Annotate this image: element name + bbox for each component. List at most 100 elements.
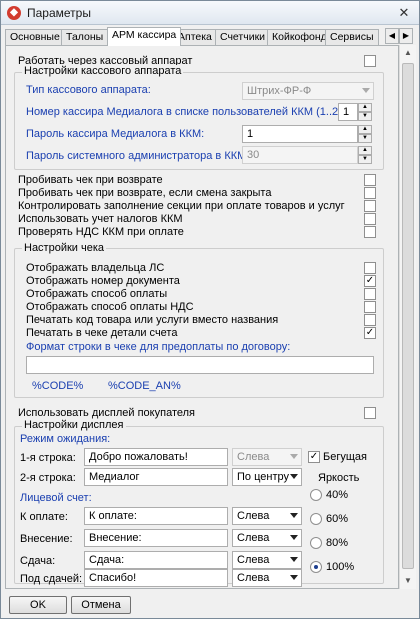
option-checkbox[interactable] [364,174,376,186]
display-row-align-select[interactable]: Слева [232,529,302,547]
receipt-option-checkbox[interactable] [364,314,376,326]
window-title: Параметры [27,6,91,20]
display-settings-title: Настройки дисплея [22,419,126,431]
display-row-align-select[interactable]: Слева [232,507,302,525]
display-row-label: Внесение: [20,533,73,545]
receipt-option-label: Отображать владельца ЛС [26,262,165,274]
tab-strip: Основные Талоны АРМ кассира Аптека Счетч… [5,27,395,46]
macro-code-link[interactable]: %CODE% [32,380,83,392]
tab-bedfund[interactable]: Койкофонд [267,29,332,45]
receipt-option-checkbox[interactable]: ✓ [364,327,376,339]
cashier-password-label: Пароль кассира Медиалога в ККМ: [26,128,205,140]
brightness-radio[interactable] [310,489,322,501]
prepay-format-input[interactable] [26,356,374,374]
running-label: Бегущая [323,451,367,463]
scroll-up-icon[interactable]: ▲ [400,45,416,61]
cashier-number-input[interactable]: 1 [338,103,358,121]
customer-display-label: Использовать дисплей покупателя [18,407,195,419]
display-row-align-select[interactable]: Слева [232,551,302,569]
line2-align-select[interactable]: По центру [232,468,302,486]
option-label: Проверять НДС ККМ при оплате [18,226,184,238]
spin-up-icon[interactable]: ▲ [358,125,372,134]
line2-label: 2-я строка: [20,472,76,484]
cash-settings-title: Настройки кассового аппарата [22,65,184,77]
tab-services[interactable]: Сервисы [325,29,379,45]
display-row-align-value: Слева [237,532,270,544]
cashier-number-spinner[interactable]: ▲ ▼ [358,103,372,121]
chevron-down-icon [290,513,298,518]
running-checkbox[interactable]: ✓ [308,451,320,463]
tab-counters[interactable]: Счетчики [215,29,271,45]
title-bar: ◆ Параметры ✕ [1,1,419,25]
receipt-option-label: Отображать способ оплаты [26,288,168,300]
display-row-input[interactable]: К оплате: [84,507,228,525]
scroll-down-icon[interactable]: ▼ [400,573,416,589]
prepay-format-label: Формат строки в чеке для предоплаты по д… [26,341,291,353]
device-type-select[interactable]: Штрих-ФР-Ф [242,82,374,100]
display-row-label: Под сдачей: [20,573,83,585]
tab-scroll: ◀ ▶ [385,28,413,44]
tab-cashier[interactable]: АРМ кассира [107,27,182,46]
option-checkbox[interactable] [364,213,376,225]
idle-mode-label: Режим ожидания: [20,433,111,445]
display-row-input[interactable]: Сдача: [84,551,228,569]
brightness-label: Яркость [318,472,360,484]
cashier-password-spinner[interactable]: ▲ ▼ [358,125,372,143]
cancel-button[interactable]: Отмена [71,596,131,614]
display-row-input[interactable]: Внесение: [84,529,228,547]
brightness-option: 40% [326,489,349,501]
device-type-label: Тип кассового аппарата: [26,84,151,96]
display-row-align-value: Слева [237,572,270,584]
line2-input[interactable]: Медиалог [84,468,228,486]
app-icon: ◆ [7,6,21,20]
display-row-align-select[interactable]: Слева [232,569,302,587]
chevron-down-icon [290,454,298,459]
account-label: Лицевой счет: [20,492,92,504]
cashier-number-label: Номер кассира Медиалога в списке пользов… [26,106,351,118]
scroll-thumb[interactable] [402,63,414,569]
line1-input[interactable]: Добро пожаловать! [84,448,228,466]
parameters-window: ◆ Параметры ✕ Основные Талоны АРМ кассир… [0,0,420,619]
admin-password-spinner[interactable]: ▲ ▼ [358,146,372,164]
display-row-label: Сдача: [20,555,56,567]
line1-label: 1-я строка: [20,452,76,464]
display-row-label: К оплате: [20,511,68,523]
admin-password-input[interactable]: 30 [242,146,358,164]
display-row-align-value: Слева [237,510,270,522]
cashier-password-input[interactable]: 1 [242,125,358,143]
receipt-option-checkbox[interactable] [364,288,376,300]
chevron-down-icon [290,474,298,479]
spin-down-icon[interactable]: ▼ [358,112,372,121]
spin-up-icon[interactable]: ▲ [358,146,372,155]
brightness-radio[interactable] [310,537,322,549]
cashier-panel: Работать через кассовый аппарат Настройк… [5,45,399,589]
spin-down-icon[interactable]: ▼ [358,134,372,143]
ok-button[interactable]: OK [9,596,67,614]
work-via-cash-checkbox[interactable] [364,55,376,67]
display-row-align-value: Слева [237,554,270,566]
tab-coupons[interactable]: Талоны [61,29,109,45]
option-checkbox[interactable] [364,200,376,212]
tab-right-icon[interactable]: ▶ [399,28,413,44]
receipt-option-checkbox[interactable] [364,262,376,274]
panel-scrollbar[interactable]: ▲ ▼ [399,45,416,589]
display-row-input[interactable]: Спасибо! [84,569,228,587]
receipt-option-label: Печатать в чеке детали счета [26,327,178,339]
receipt-option-checkbox[interactable] [364,301,376,313]
chevron-down-icon [362,88,370,93]
line2-align-value: По центру [237,471,289,483]
brightness-radio-selected[interactable] [310,561,322,573]
receipt-option-label: Печатать код товара или услуги вместо на… [26,314,279,326]
option-checkbox[interactable] [364,226,376,238]
spin-up-icon[interactable]: ▲ [358,103,372,112]
brightness-radio[interactable] [310,513,322,525]
tab-main[interactable]: Основные [5,29,65,45]
macro-code-an-link[interactable]: %CODE_AN% [108,380,181,392]
close-button[interactable]: ✕ [395,5,413,21]
line1-align-select[interactable]: Слева [232,448,302,466]
customer-display-checkbox[interactable] [364,407,376,419]
receipt-option-checkbox[interactable]: ✓ [364,275,376,287]
option-checkbox[interactable] [364,187,376,199]
tab-left-icon[interactable]: ◀ [385,28,399,44]
spin-down-icon[interactable]: ▼ [358,155,372,164]
